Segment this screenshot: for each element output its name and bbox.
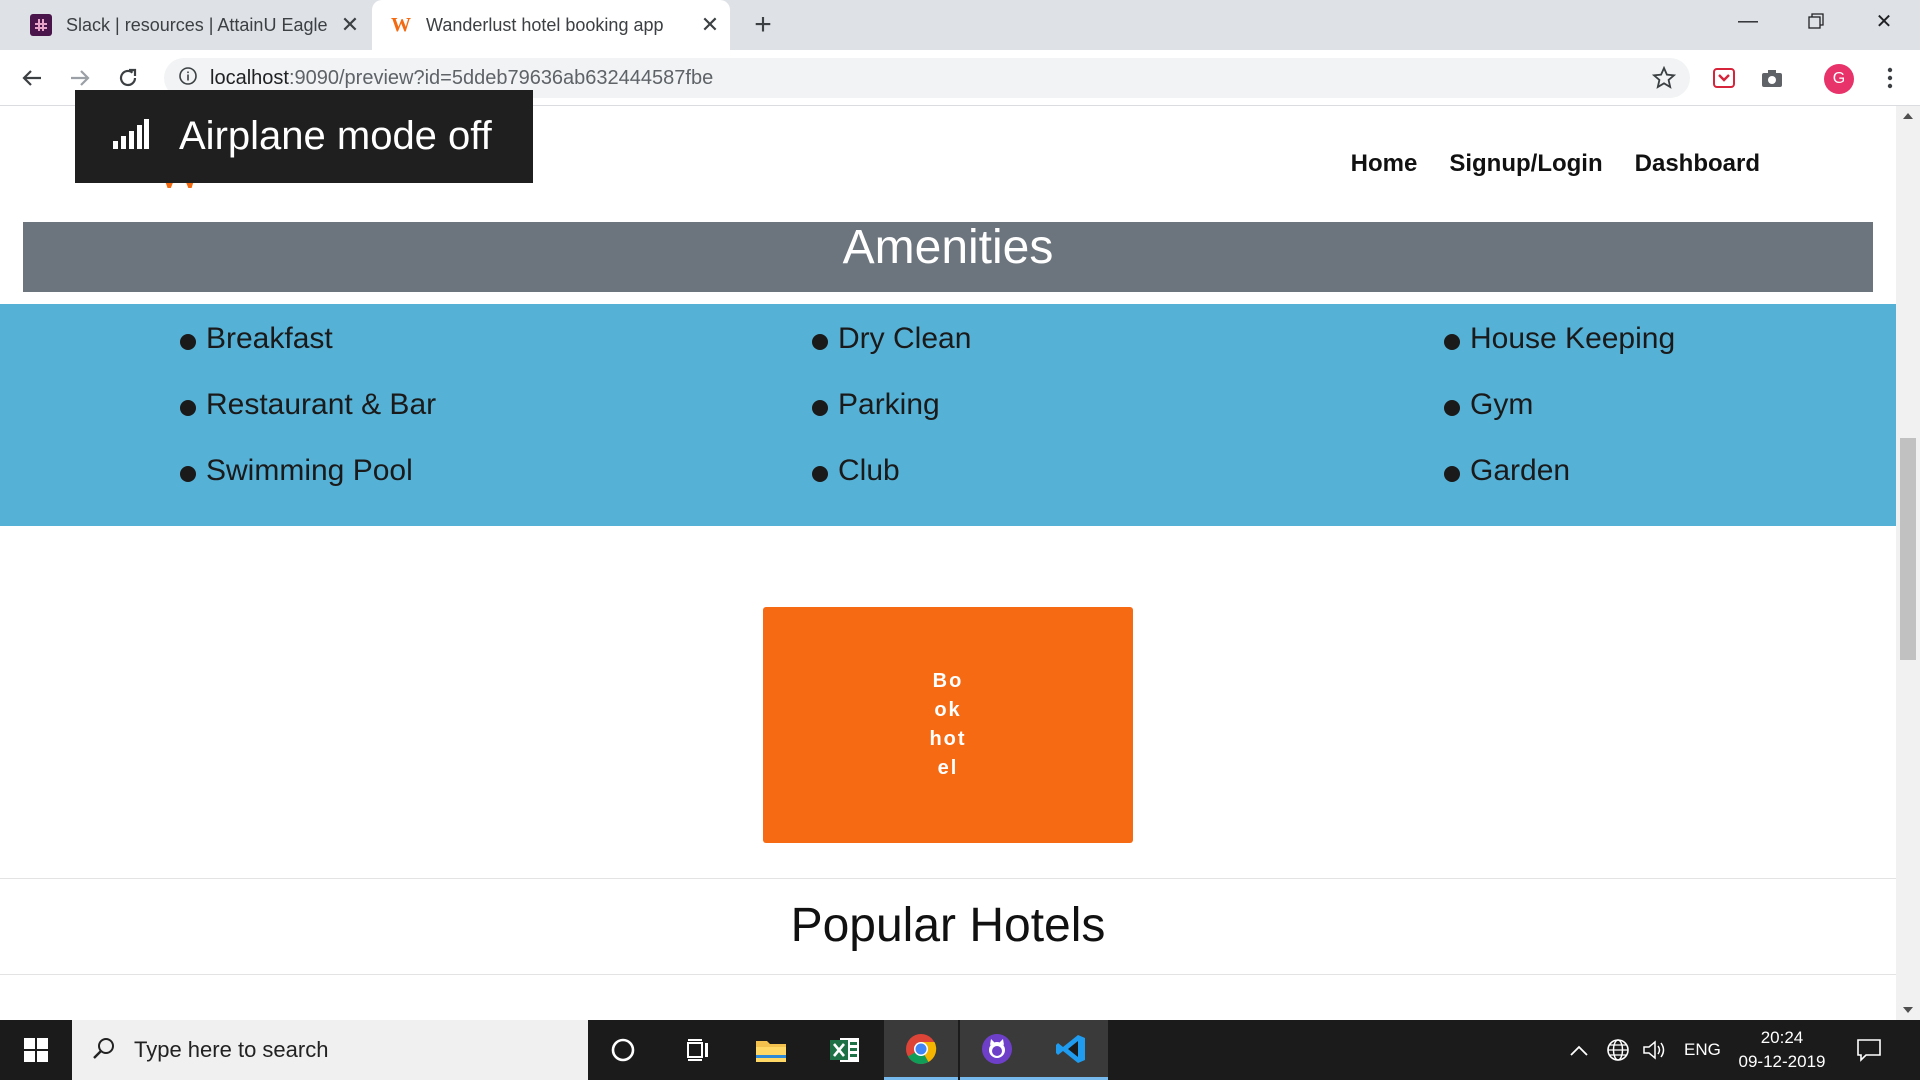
back-icon[interactable] xyxy=(14,60,50,96)
scrollbar-thumb[interactable] xyxy=(1900,438,1916,660)
signal-bars-icon xyxy=(113,119,149,154)
bullet-icon xyxy=(1444,334,1460,350)
toast-message: Airplane mode off xyxy=(179,114,492,158)
show-hidden-icons[interactable] xyxy=(1570,1020,1588,1080)
notifications-icon[interactable] xyxy=(1856,1020,1882,1080)
bullet-icon xyxy=(812,466,828,482)
amenity-item: Restaurant & Bar xyxy=(180,388,436,422)
excel-icon[interactable] xyxy=(808,1020,882,1080)
bullet-icon xyxy=(812,334,828,350)
task-view-icon[interactable] xyxy=(660,1020,734,1080)
url-path: :9090/preview?id=5ddeb79636ab632444587fb… xyxy=(288,66,714,89)
amenity-label: Swimming Pool xyxy=(206,454,413,487)
nav-signup-login-link[interactable]: Signup/Login xyxy=(1449,150,1602,178)
language-indicator[interactable]: ENG xyxy=(1684,1020,1721,1080)
taskbar-search-box[interactable]: Type here to search xyxy=(72,1020,588,1080)
network-globe-icon[interactable] xyxy=(1606,1020,1630,1080)
tab-slack[interactable]: Slack | resources | AttainU Eagle ✕ xyxy=(0,0,370,50)
page-scrollbar[interactable] xyxy=(1896,106,1920,1020)
chrome-icon[interactable] xyxy=(884,1020,958,1080)
nav-home-link[interactable]: Home xyxy=(1351,150,1418,178)
close-window-button[interactable]: ✕ xyxy=(1850,0,1918,42)
profile-avatar[interactable]: G xyxy=(1824,64,1854,94)
nav-links: Home Signup/Login Dashboard xyxy=(1351,150,1760,178)
restore-button[interactable] xyxy=(1782,0,1850,42)
amenity-item: Gym xyxy=(1444,388,1533,422)
amenity-item: Parking xyxy=(812,388,940,422)
close-icon[interactable]: ✕ xyxy=(690,12,730,38)
bullet-icon xyxy=(180,466,196,482)
amenity-item: Dry Clean xyxy=(812,322,971,356)
amenity-item: House Keeping xyxy=(1444,322,1675,356)
amenity-label: House Keeping xyxy=(1470,322,1676,355)
tab-title: Wanderlust hotel booking app xyxy=(426,14,664,35)
url-text: localhost:9090/preview?id=5ddeb79636ab63… xyxy=(210,67,713,90)
amenity-label: Parking xyxy=(838,388,940,421)
camera-extension-icon[interactable] xyxy=(1758,64,1786,92)
search-icon xyxy=(92,1036,116,1065)
close-icon[interactable]: ✕ xyxy=(330,12,370,38)
bookmark-star-icon[interactable] xyxy=(1651,65,1677,95)
bullet-icon xyxy=(812,400,828,416)
amenities-heading: Amenities xyxy=(23,222,1873,292)
slack-icon xyxy=(30,14,52,36)
amenity-label: Dry Clean xyxy=(838,322,972,355)
github-desktop-icon[interactable] xyxy=(960,1020,1034,1080)
clock-date: 09-12-2019 xyxy=(1738,1052,1826,1071)
scroll-down-icon[interactable] xyxy=(1896,1000,1920,1020)
clock-time: 20:24 xyxy=(1760,1028,1804,1047)
popular-hotels-heading: Popular Hotels xyxy=(790,899,1106,952)
book-hotel-label: Book hotel xyxy=(929,670,967,779)
amenity-item: Swimming Pool xyxy=(180,454,413,488)
amenity-label: Gym xyxy=(1470,388,1534,421)
nav-dashboard-link[interactable]: Dashboard xyxy=(1635,150,1760,178)
new-tab-button[interactable]: + xyxy=(746,8,780,42)
bullet-icon xyxy=(1444,466,1460,482)
minimize-button[interactable]: — xyxy=(1714,0,1782,42)
windows-start-icon[interactable] xyxy=(0,1020,72,1080)
amenity-label: Breakfast xyxy=(206,322,333,355)
amenity-label: Club xyxy=(838,454,900,487)
search-placeholder: Type here to search xyxy=(134,1037,329,1062)
pocket-extension-icon[interactable] xyxy=(1710,64,1738,92)
amenity-item: Breakfast xyxy=(180,322,333,356)
amenity-item: Garden xyxy=(1444,454,1570,488)
tab-strip: Slack | resources | AttainU Eagle ✕ W Wa… xyxy=(0,0,1920,50)
wanderlust-icon: W xyxy=(391,13,411,36)
cortana-icon[interactable] xyxy=(586,1020,660,1080)
page-viewport: W wanderlust Home Signup/Login Dashboard… xyxy=(0,106,1920,1020)
url-host: localhost xyxy=(210,66,289,89)
bullet-icon xyxy=(180,334,196,350)
section-divider xyxy=(0,878,1896,879)
tab-wanderlust[interactable]: W Wanderlust hotel booking app ✕ xyxy=(372,0,730,50)
volume-icon[interactable] xyxy=(1642,1020,1668,1080)
airplane-mode-toast: Airplane mode off xyxy=(75,90,533,183)
info-icon[interactable] xyxy=(178,66,198,91)
vscode-icon[interactable] xyxy=(1034,1020,1108,1080)
windows-taskbar: Type here to search ENG 20:24 09-12-2019 xyxy=(0,1020,1920,1080)
book-hotel-button[interactable]: Book hotel xyxy=(763,607,1133,843)
amenities-list: Breakfast Restaurant & Bar Swimming Pool… xyxy=(0,304,1896,526)
system-clock[interactable]: 20:24 09-12-2019 xyxy=(1730,1026,1834,1074)
amenity-label: Garden xyxy=(1470,454,1571,487)
file-explorer-icon[interactable] xyxy=(734,1020,808,1080)
scroll-up-icon[interactable] xyxy=(1896,106,1920,126)
section-divider xyxy=(0,974,1896,975)
bullet-icon xyxy=(1444,400,1460,416)
amenity-label: Restaurant & Bar xyxy=(206,388,437,421)
menu-kebab-icon[interactable] xyxy=(1876,64,1904,92)
amenity-item: Club xyxy=(812,454,900,488)
bullet-icon xyxy=(180,400,196,416)
tab-title: Slack | resources | AttainU Eagle xyxy=(66,14,328,35)
